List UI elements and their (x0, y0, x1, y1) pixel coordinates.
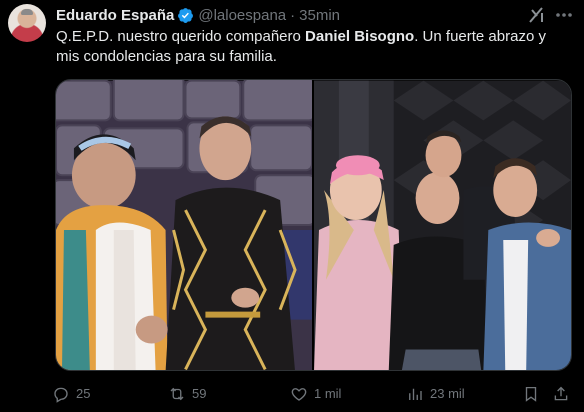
like-icon (291, 388, 307, 401)
bookmark-icon (525, 386, 537, 402)
grok-icon[interactable] (527, 5, 547, 25)
tweet-text: Q.E.P.D. nuestro querido compañero Danie… (56, 27, 566, 67)
repost-icon (170, 387, 184, 401)
repost-count: 59 (192, 386, 207, 401)
author-handle[interactable]: @laloespana (198, 7, 286, 24)
tweet-actions: 25 59 1 mil 23 mil (52, 383, 576, 405)
repost-button[interactable]: 59 (168, 383, 206, 405)
header-separator: · (290, 6, 296, 24)
author-avatar[interactable] (8, 4, 46, 42)
views-count: 23 mil (430, 386, 465, 401)
more-options-icon[interactable] (553, 5, 575, 25)
views-button[interactable]: 23 mil (406, 383, 465, 405)
views-icon (409, 388, 422, 400)
like-button[interactable]: 1 mil (290, 383, 341, 405)
stage-photo[interactable] (56, 80, 312, 371)
tweet-media (55, 79, 572, 371)
reply-icon (54, 387, 68, 403)
tweet-text-start: Q.E.P.D. nuestro querido compañero (56, 28, 306, 45)
bookmark-button[interactable] (522, 383, 546, 405)
verified-badge-icon (178, 7, 194, 23)
reply-count: 25 (76, 386, 91, 401)
studio-group-photo[interactable] (314, 80, 571, 371)
share-button[interactable] (552, 383, 576, 405)
tweet-header: Eduardo España @laloespana · 35min (56, 5, 340, 25)
like-count: 1 mil (314, 386, 342, 401)
tweet[interactable]: Eduardo España @laloespana · 35min Q.E.P… (0, 0, 584, 412)
author-name[interactable]: Eduardo España (56, 7, 174, 24)
tweet-text-mention: Daniel Bisogno (305, 28, 415, 45)
reply-button[interactable]: 25 (52, 383, 90, 405)
share-icon (554, 386, 568, 401)
tweet-timestamp[interactable]: 35min (299, 7, 340, 24)
